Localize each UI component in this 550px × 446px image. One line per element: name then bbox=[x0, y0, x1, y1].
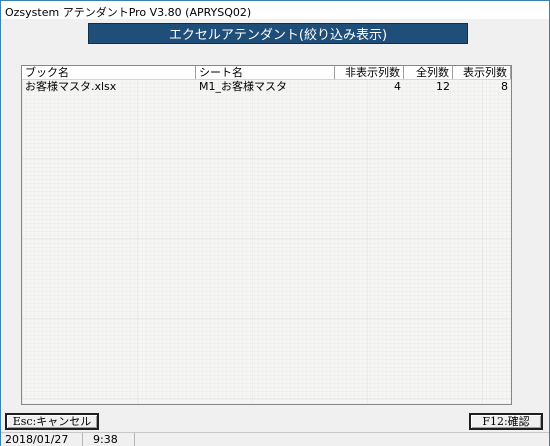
list-header: ブック名 シート名 非表示列数 全列数 表示列数 bbox=[22, 66, 511, 80]
cell-shown-count: 8 bbox=[501, 80, 508, 93]
screen-header-banner: エクセルアテンダント(絞り込み表示) bbox=[88, 23, 468, 44]
list-background-texture bbox=[22, 79, 511, 404]
column-header-book[interactable]: ブック名 bbox=[22, 66, 196, 79]
cell-hidden-count: 4 bbox=[394, 80, 401, 93]
banner-text: エクセルアテンダント(絞り込み表示) bbox=[168, 28, 388, 43]
title-bar[interactable]: Ozsystem アテンダントPro V3.80 (APRYSQ02) bbox=[1, 1, 549, 19]
cell-total-count: 12 bbox=[436, 80, 450, 93]
status-time: 9:38 bbox=[83, 433, 135, 446]
cell-sheet-name: M1_お客様マスタ bbox=[199, 80, 287, 93]
table-row[interactable]: お客様マスタ.xlsx M1_お客様マスタ 4 12 8 bbox=[22, 80, 511, 93]
app-window: Ozsystem アテンダントPro V3.80 (APRYSQ02) エクセル… bbox=[0, 0, 550, 446]
column-header-total-count[interactable]: 全列数 bbox=[404, 66, 453, 79]
confirm-button[interactable]: F12:確認 bbox=[469, 413, 543, 430]
cell-book-name: お客様マスタ.xlsx bbox=[25, 80, 117, 93]
column-header-hidden-count[interactable]: 非表示列数 bbox=[335, 66, 404, 79]
column-header-shown-count[interactable]: 表示列数 bbox=[453, 66, 511, 79]
column-header-sheet[interactable]: シート名 bbox=[196, 66, 335, 79]
cancel-button[interactable]: Esc:キャンセル bbox=[5, 413, 99, 430]
window-title: Ozsystem アテンダントPro V3.80 (APRYSQ02) bbox=[5, 6, 252, 19]
sheet-list-view[interactable]: ブック名 シート名 非表示列数 全列数 表示列数 お客様マスタ.xlsx M1_… bbox=[21, 65, 512, 405]
status-bar: 2018/01/27 9:38 bbox=[1, 432, 549, 446]
status-date: 2018/01/27 bbox=[1, 433, 83, 446]
